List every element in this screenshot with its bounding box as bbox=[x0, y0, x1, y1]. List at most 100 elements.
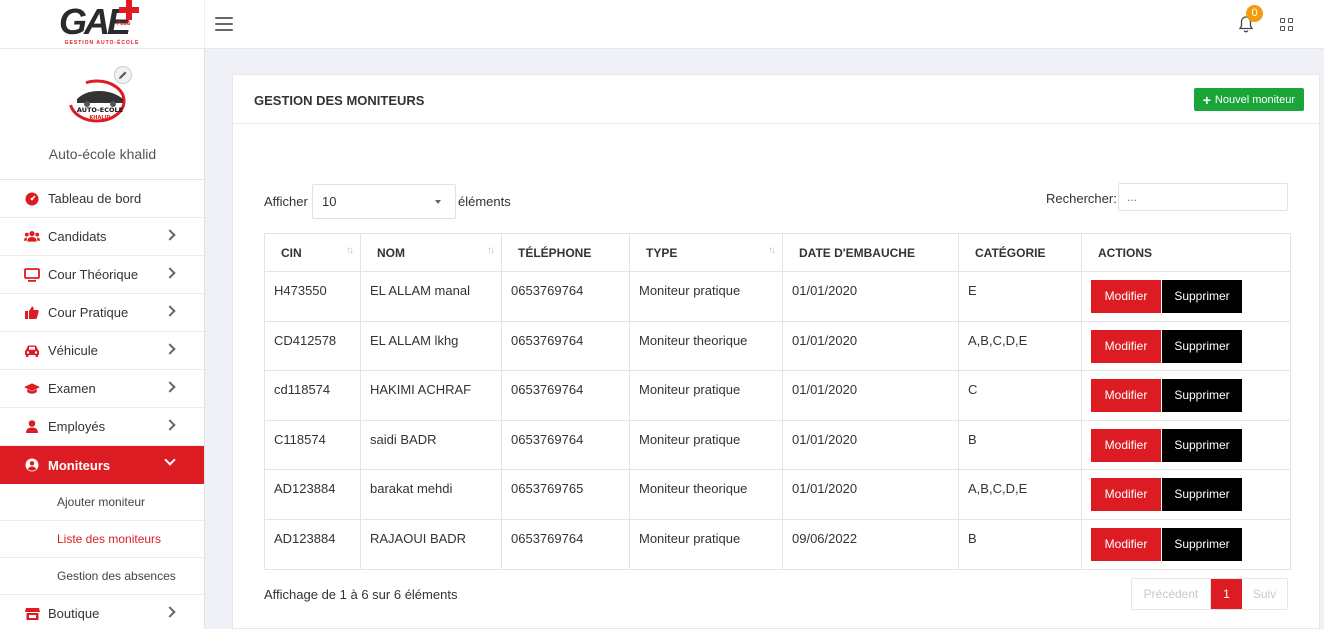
cell-cin: H473550 bbox=[264, 271, 361, 322]
sidebar-item-label: Cour Pratique bbox=[48, 305, 129, 320]
page-title: GESTION DES MONITEURS bbox=[254, 93, 425, 108]
school-logo: AUTO-ECOLE KHALID bbox=[67, 79, 133, 123]
chevron-right-icon bbox=[164, 267, 176, 279]
cell-date: 09/06/2022 bbox=[782, 518, 959, 570]
school-logo-line1: AUTO-ECOLE bbox=[77, 106, 123, 114]
logo-plus-tag: PLUS bbox=[117, 21, 131, 27]
cell-type: Moniteur theorique bbox=[629, 320, 783, 372]
cell-telephone: 0653769764 bbox=[501, 419, 630, 471]
modify-button[interactable]: Modifier bbox=[1091, 280, 1161, 313]
modify-button[interactable]: Modifier bbox=[1091, 379, 1161, 413]
thumbs-up-icon bbox=[24, 306, 40, 320]
sort-icon: ↑↓ bbox=[346, 245, 354, 256]
user-circle-icon bbox=[24, 458, 40, 472]
sidebar-item-label: Employés bbox=[48, 419, 106, 434]
sidebar-item-employes[interactable]: Employés bbox=[0, 408, 204, 446]
cell-nom: HAKIMI ACHRAF bbox=[360, 370, 502, 421]
sidebar-item-cour-pratique[interactable]: Cour Pratique bbox=[0, 294, 204, 332]
next-page-button[interactable]: Suiv bbox=[1242, 579, 1287, 609]
sidebar: AUTO-ECOLE KHALID Auto-école khalid Tabl… bbox=[0, 49, 205, 629]
logo-subtitle: GESTION AUTO-ÉCOLE bbox=[64, 40, 140, 46]
page-1-button[interactable]: 1 bbox=[1211, 579, 1242, 609]
chevron-right-icon bbox=[164, 606, 176, 618]
cell-cin: AD123884 bbox=[264, 518, 361, 570]
store-icon bbox=[24, 607, 40, 621]
sidebar-item-moniteurs[interactable]: Moniteurs bbox=[0, 446, 204, 484]
column-header-nom[interactable]: NOM ↑↓ bbox=[360, 233, 502, 272]
cell-telephone: 0653769764 bbox=[501, 518, 630, 570]
edit-profile-pencil-icon[interactable] bbox=[114, 66, 132, 84]
pagination: Précédent 1 Suiv bbox=[1131, 578, 1288, 610]
page-length-select[interactable]: 10 bbox=[312, 184, 456, 219]
school-name: Auto-école khalid bbox=[48, 146, 157, 162]
chevron-right-icon bbox=[164, 343, 176, 355]
modify-button[interactable]: Modifier bbox=[1091, 329, 1161, 363]
apps-grid-icon[interactable] bbox=[1280, 17, 1294, 32]
monitor-icon bbox=[24, 267, 40, 282]
search-label: Rechercher: bbox=[1046, 191, 1117, 206]
sidebar-item-label: Candidats bbox=[48, 229, 107, 244]
search-input[interactable] bbox=[1118, 183, 1288, 211]
page-length-value: 10 bbox=[322, 194, 337, 209]
page-length-suffix: éléments bbox=[458, 194, 511, 209]
sidebar-subitem-ajouter-moniteur[interactable]: Ajouter moniteur bbox=[0, 484, 204, 521]
modify-button[interactable]: Modifier bbox=[1091, 478, 1161, 512]
sidebar-item-candidats[interactable]: Candidats bbox=[0, 218, 204, 256]
notification-bell-icon[interactable]: 0 bbox=[1238, 4, 1263, 34]
chevron-right-icon bbox=[164, 419, 176, 431]
cell-date: 01/01/2020 bbox=[782, 271, 959, 322]
cell-nom: EL ALLAM lkhg bbox=[360, 320, 502, 372]
sort-icon: ↑↓ bbox=[487, 245, 495, 256]
caret-down-icon bbox=[435, 200, 441, 204]
cell-categorie: B bbox=[958, 419, 1082, 471]
sidebar-item-boutique[interactable]: Boutique bbox=[0, 595, 204, 629]
card-header: GESTION DES MONITEURS + Nouvel moniteur bbox=[233, 75, 1319, 124]
delete-button[interactable]: Supprimer bbox=[1162, 329, 1242, 363]
column-header-actions: ACTIONS bbox=[1081, 233, 1291, 272]
school-logo-line2: KHALID bbox=[89, 115, 110, 121]
plus-icon: + bbox=[1202, 91, 1211, 108]
chevron-right-icon bbox=[164, 305, 176, 317]
cell-cin: AD123884 bbox=[264, 469, 361, 520]
delete-button[interactable]: Supprimer bbox=[1162, 478, 1242, 512]
column-header-type[interactable]: TYPE ↑↓ bbox=[629, 233, 783, 272]
cell-type: Moniteur pratique bbox=[629, 419, 783, 471]
sidebar-item-examen[interactable]: Examen bbox=[0, 370, 204, 408]
sidebar-item-cour-theorique[interactable]: Cour Théorique bbox=[0, 256, 204, 294]
cell-actions: Modifier Supprimer bbox=[1081, 518, 1291, 570]
modify-button[interactable]: Modifier bbox=[1091, 428, 1161, 462]
sidebar-item-label: Cour Théorique bbox=[48, 267, 139, 282]
cell-cin: C118574 bbox=[264, 419, 361, 471]
modify-button[interactable]: Modifier bbox=[1091, 527, 1161, 561]
delete-button[interactable]: Supprimer bbox=[1162, 379, 1242, 413]
graduation-cap-icon bbox=[24, 382, 40, 396]
cell-categorie: E bbox=[958, 271, 1082, 322]
sidebar-subitem-liste-moniteurs[interactable]: Liste des moniteurs bbox=[0, 521, 204, 558]
cell-date: 01/01/2020 bbox=[782, 370, 959, 421]
brand-logo[interactable]: GAE PLUS GESTION AUTO-ÉCOLE bbox=[0, 0, 205, 49]
cell-telephone: 0653769765 bbox=[501, 469, 630, 520]
cell-date: 01/01/2020 bbox=[782, 469, 959, 520]
sidebar-item-label: Examen bbox=[48, 381, 96, 396]
previous-page-button[interactable]: Précédent bbox=[1132, 579, 1211, 609]
delete-button[interactable]: Supprimer bbox=[1162, 280, 1242, 313]
cell-cin: CD412578 bbox=[264, 320, 361, 372]
table-header-row: CIN ↑↓ NOM ↑↓ TÉLÉPHONE TYPE ↑↓ DATE D'EMBA… bbox=[264, 233, 1291, 272]
cell-actions: Modifier Supprimer bbox=[1081, 320, 1291, 372]
menu-toggle-icon[interactable] bbox=[215, 17, 233, 31]
sidebar-item-dashboard[interactable]: Tableau de bord bbox=[0, 180, 204, 218]
new-moniteur-button[interactable]: + Nouvel moniteur bbox=[1193, 88, 1304, 111]
column-header-cin[interactable]: CIN ↑↓ bbox=[264, 233, 361, 272]
sidebar-item-vehicule[interactable]: Véhicule bbox=[0, 332, 204, 370]
chevron-right-icon bbox=[164, 381, 176, 393]
gae-logo: GAE PLUS GESTION AUTO-ÉCOLE bbox=[57, 0, 147, 46]
user-icon bbox=[24, 420, 40, 434]
delete-button[interactable]: Supprimer bbox=[1162, 527, 1242, 561]
moniteurs-table: CIN ↑↓ NOM ↑↓ TÉLÉPHONE TYPE ↑↓ DATE D'EMBA… bbox=[264, 233, 1291, 570]
cell-type: Moniteur pratique bbox=[629, 271, 783, 322]
cell-nom: RAJAOUI BADR bbox=[360, 518, 502, 570]
delete-button[interactable]: Supprimer bbox=[1162, 428, 1242, 462]
sort-icon: ↑↓ bbox=[768, 245, 776, 256]
table-row: AD123884 barakat mehdi 0653769765 Monite… bbox=[264, 469, 1291, 520]
sidebar-subitem-gestion-absences[interactable]: Gestion des absences bbox=[0, 558, 204, 595]
